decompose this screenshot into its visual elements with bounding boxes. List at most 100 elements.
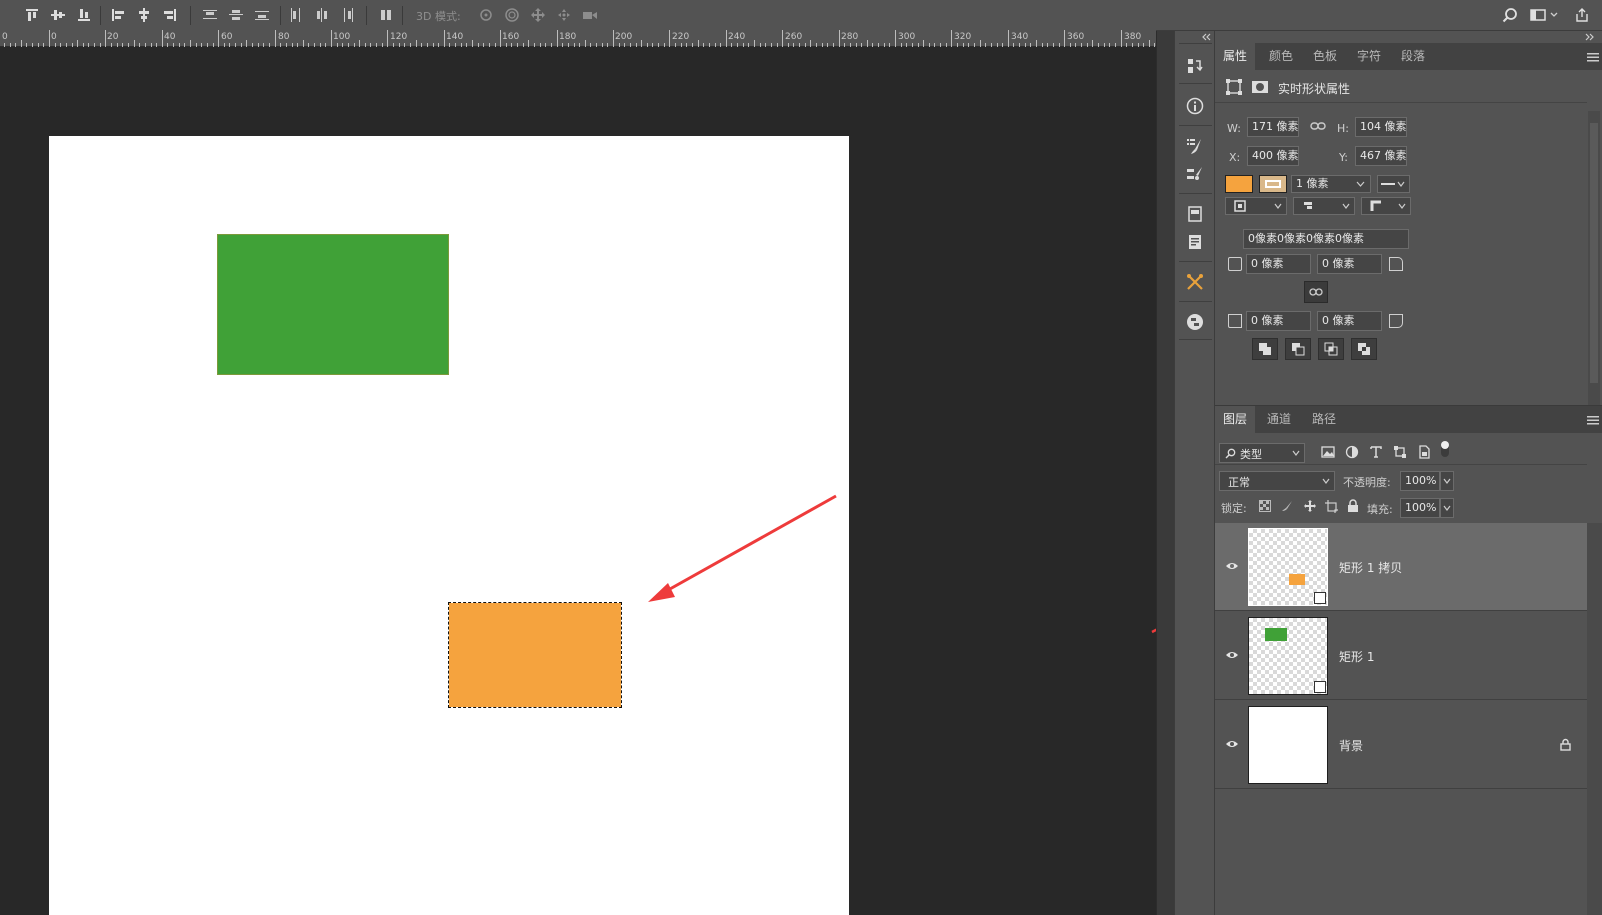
corner-top-left-icon xyxy=(1228,257,1242,271)
opacity-slider-toggle[interactable] xyxy=(1440,471,1454,491)
filter-toggle[interactable] xyxy=(1441,441,1449,457)
layer-thumbnail[interactable] xyxy=(1248,528,1328,606)
layer-name[interactable]: 矩形 1 xyxy=(1339,648,1374,665)
subtract-shapes-icon xyxy=(1292,343,1305,356)
opacity-field[interactable]: 100% xyxy=(1400,471,1440,491)
blend-mode-dropdown[interactable]: 正常 xyxy=(1219,471,1335,491)
properties-title: 实时形状属性 xyxy=(1278,82,1351,96)
filter-adjustment-icon[interactable] xyxy=(1345,445,1359,459)
layer-row-background[interactable]: 背景 xyxy=(1215,701,1587,789)
adjustments-icon[interactable] xyxy=(1186,313,1204,331)
layer-name[interactable]: 矩形 1 拷贝 xyxy=(1339,559,1402,576)
lock-artboard-icon[interactable] xyxy=(1325,500,1338,513)
layer-row-selected[interactable]: 矩形 1 拷贝 xyxy=(1215,523,1587,611)
layer-filter-dropdown[interactable]: 类型 xyxy=(1219,443,1305,463)
shape-transform-icon[interactable] xyxy=(1225,78,1243,96)
tab-color[interactable]: 颜色 xyxy=(1261,43,1301,70)
brush-presets-icon[interactable] xyxy=(1186,137,1204,155)
layer-name[interactable]: 背景 xyxy=(1339,737,1363,754)
layer-comps-icon[interactable] xyxy=(1186,205,1204,223)
y-label: Y: xyxy=(1339,151,1348,164)
layers-tab-row: 图层 通道 路径 xyxy=(1215,405,1602,433)
chevron-down-icon xyxy=(1397,181,1405,187)
expand-panels-icon[interactable] xyxy=(1585,33,1595,41)
filter-type-icon[interactable] xyxy=(1369,445,1383,459)
visibility-eye-icon[interactable] xyxy=(1225,739,1239,749)
lock-all-icon[interactable] xyxy=(1347,499,1359,512)
properties-scrollbar[interactable] xyxy=(1588,111,1600,407)
stroke-corners-dropdown[interactable] xyxy=(1361,197,1411,215)
filter-shape-icon[interactable] xyxy=(1393,445,1407,459)
width-field[interactable]: 171 像素 xyxy=(1247,117,1299,137)
tab-paragraph[interactable]: 段落 xyxy=(1393,43,1433,70)
chevron-down-icon[interactable] xyxy=(1356,181,1365,188)
properties-header: 实时形状属性 xyxy=(1215,71,1587,103)
tab-swatches[interactable]: 色板 xyxy=(1305,43,1345,70)
lock-image-pixels-icon[interactable] xyxy=(1281,500,1293,512)
combine-shapes-button[interactable] xyxy=(1252,338,1278,360)
stroke-type-dropdown[interactable] xyxy=(1377,175,1410,193)
lock-label: 锁定: xyxy=(1221,502,1247,515)
corner-bottom-left-field[interactable]: 0 像素 xyxy=(1246,311,1311,331)
fill-color-swatch[interactable] xyxy=(1225,175,1253,193)
search-icon xyxy=(1225,448,1236,459)
notes-icon[interactable] xyxy=(1186,233,1204,251)
fill-slider-toggle[interactable] xyxy=(1440,498,1454,518)
stroke-align-dropdown[interactable] xyxy=(1225,197,1287,215)
lock-transparent-pixels-icon[interactable] xyxy=(1259,500,1271,512)
filter-pixel-icon[interactable] xyxy=(1321,445,1335,459)
chevron-down-icon xyxy=(1342,203,1350,209)
corner-top-left-field[interactable]: 0 像素 xyxy=(1246,254,1311,274)
layer-thumbnail[interactable] xyxy=(1248,617,1328,695)
link-corners-button[interactable] xyxy=(1304,281,1328,303)
exclude-shapes-button[interactable] xyxy=(1351,338,1377,360)
layer-row[interactable]: 矩形 1 xyxy=(1215,612,1587,700)
layer-thumbnail[interactable] xyxy=(1248,706,1328,784)
intersect-shapes-button[interactable] xyxy=(1318,338,1344,360)
link-dimensions-icon[interactable] xyxy=(1310,120,1326,132)
y-position-field[interactable]: 467 像素 xyxy=(1355,146,1407,166)
height-field[interactable]: 104 像素 xyxy=(1355,117,1407,137)
visibility-eye-icon[interactable] xyxy=(1225,561,1239,571)
right-panels: 属性 颜色 色板 字符 段落 实时形状属性 W: 171 像素 H: 104 像… xyxy=(1215,31,1602,915)
brush-settings-icon[interactable] xyxy=(1186,165,1204,183)
canvas-vertical-scrollbar[interactable] xyxy=(1156,31,1174,915)
tab-character[interactable]: 字符 xyxy=(1349,43,1389,70)
corner-radius-all-field[interactable]: 0像素0像素0像素0像素 xyxy=(1243,229,1409,249)
canvas-arrow xyxy=(648,494,837,602)
fill-opacity-field[interactable]: 100% xyxy=(1400,498,1440,518)
chevron-down-icon xyxy=(1292,450,1300,456)
collapse-panels-icon[interactable] xyxy=(1201,33,1211,41)
layers-scrollbar[interactable] xyxy=(1587,523,1602,915)
mask-icon[interactable] xyxy=(1251,78,1269,96)
shape-layer-badge-icon xyxy=(1314,592,1326,604)
shape-layer-badge-icon xyxy=(1314,681,1326,693)
panel-menu-icon[interactable] xyxy=(1587,52,1599,62)
history-icon[interactable] xyxy=(1186,57,1204,75)
corner-bottom-right-field[interactable]: 0 像素 xyxy=(1317,311,1382,331)
tab-properties[interactable]: 属性 xyxy=(1215,43,1256,70)
lock-position-icon[interactable] xyxy=(1303,499,1317,513)
corner-top-right-field[interactable]: 0 像素 xyxy=(1317,254,1382,274)
intersect-shapes-icon xyxy=(1324,342,1338,356)
properties-tab-row: 属性 颜色 色板 字符 段落 xyxy=(1215,43,1602,70)
x-position-field[interactable]: 400 像素 xyxy=(1247,146,1299,166)
blend-mode-value: 正常 xyxy=(1228,476,1250,489)
stroke-color-swatch[interactable] xyxy=(1259,175,1287,193)
tab-layers[interactable]: 图层 xyxy=(1215,406,1256,433)
tools-crossed-icon[interactable] xyxy=(1186,273,1204,291)
subtract-shapes-button[interactable] xyxy=(1285,338,1311,360)
tab-channels[interactable]: 通道 xyxy=(1259,406,1299,433)
layers-menu-icon[interactable] xyxy=(1587,415,1599,425)
layer-lock-icon[interactable] xyxy=(1560,738,1571,751)
filter-smart-object-icon[interactable] xyxy=(1417,445,1431,459)
stroke-caps-dropdown[interactable] xyxy=(1293,197,1355,215)
link-icon xyxy=(1309,288,1323,296)
visibility-eye-icon[interactable] xyxy=(1225,650,1239,660)
height-label: H: xyxy=(1337,122,1349,135)
tab-paths[interactable]: 路径 xyxy=(1304,406,1344,433)
panel-dock-strip xyxy=(1174,31,1215,915)
chevron-down-icon xyxy=(1443,478,1451,484)
corner-top-right-icon xyxy=(1389,257,1403,271)
info-icon[interactable] xyxy=(1186,97,1204,115)
